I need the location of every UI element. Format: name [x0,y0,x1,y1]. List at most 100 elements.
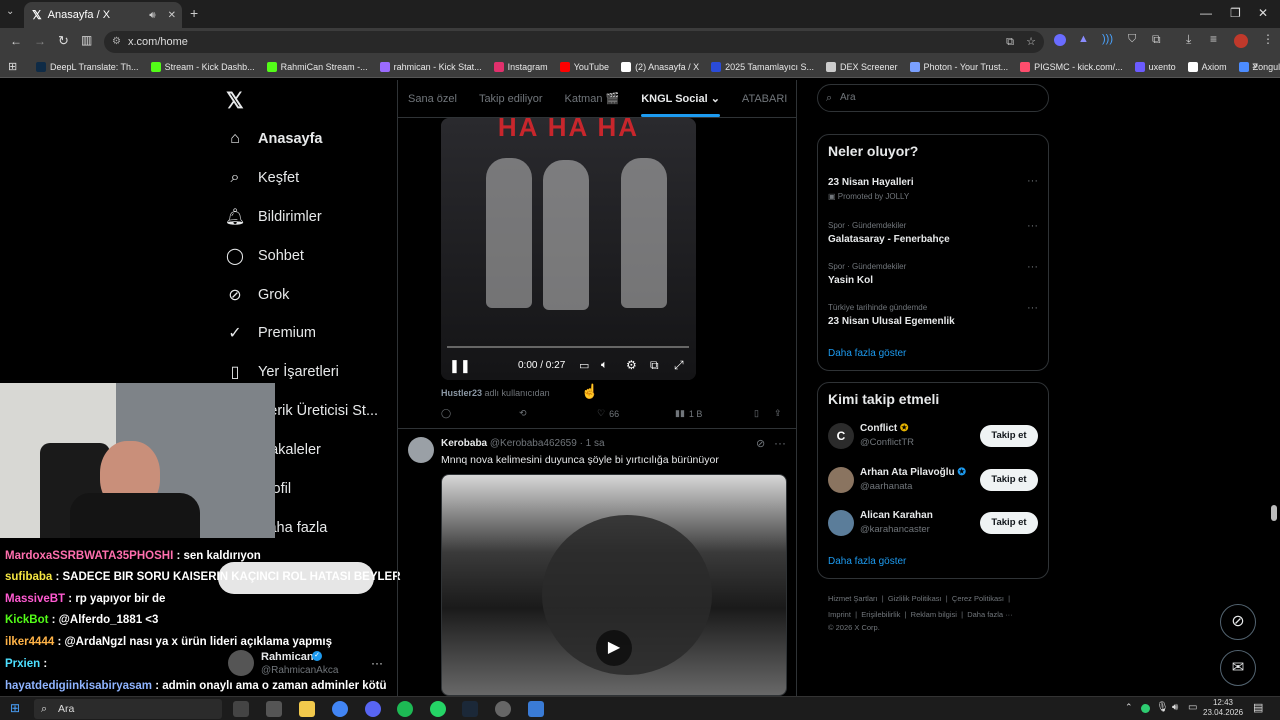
trend-name[interactable]: Yasin Kol [828,275,873,286]
trend-more-icon[interactable]: ··· [1027,261,1038,273]
bookmark-item[interactable]: rahmican - Kick Stat... [379,61,482,72]
chat-username[interactable]: MassiveBT [5,593,65,605]
page-scrollbar-thumb[interactable] [1271,505,1277,521]
windows-start-icon[interactable]: ⊞ [10,701,20,715]
tray-app-icon[interactable] [1141,704,1150,713]
post-author-handle[interactable]: @Kerobaba462659 [490,438,577,449]
task-view-icon[interactable] [233,701,249,717]
footer-links[interactable]: Imprint | Erişilebilirlik | Reklam bilgi… [828,610,1013,619]
chat-username[interactable]: hayatdedigiinkisabiryasam [5,680,152,692]
bookmark-item[interactable]: PIGSMC - kick.com/... [1020,61,1123,72]
fullscreen-icon[interactable]: ⤢ [674,358,684,373]
bookmark-item[interactable]: Zonguldak İngilizce... [1238,61,1280,72]
grok-icon[interactable]: ⊘ [756,437,765,450]
account-avatar[interactable] [228,650,254,676]
spotify-icon[interactable] [397,701,413,717]
notifications-icon[interactable]: ▤ [1253,701,1263,714]
follow-name[interactable]: Conflict ✪ [860,423,908,434]
volume-icon[interactable]: 🔊︎ [1172,702,1178,713]
media-control-icon[interactable]: ≡ [1210,32,1217,46]
chrome-icon[interactable] [332,701,348,717]
tab-atabari[interactable]: ATABARI [742,93,787,105]
shield-icon[interactable]: ⛉ [1128,33,1136,46]
tab-search-icon[interactable]: ⌄ [6,6,14,17]
minimize-icon[interactable]: — [1200,6,1212,20]
forward-icon[interactable]: → [34,34,46,48]
install-app-icon[interactable]: ⧉ [1006,31,1014,53]
bookmark-item[interactable]: 2025 Tamamlayıcı S... [711,61,814,72]
tab-audio-icon[interactable]: 🔊︎ [149,10,155,21]
bookmark-item[interactable]: DeepL Translate: Th... [36,61,139,72]
nav-item-chat[interactable]: ◯ Sohbet [226,241,304,271]
follow-name[interactable]: Alican Karahan [860,510,933,521]
video-credit-user[interactable]: Hustler23 [441,388,482,398]
trend-more-icon[interactable]: ··· [1027,302,1038,314]
restore-icon[interactable]: ❐ [1230,6,1241,20]
nav-item-grok[interactable]: ⊘ Grok [226,280,289,310]
app-icon[interactable] [528,701,544,717]
pause-icon[interactable]: ❚❚ [449,358,471,374]
follow-avatar[interactable] [828,467,854,493]
obs-icon[interactable] [495,701,511,717]
nav-item-premium[interactable]: ✓ Premium [226,318,316,348]
account-menu-icon[interactable]: ··· [371,656,383,670]
bookmark-item[interactable]: Axiom [1187,61,1227,72]
tab-close-icon[interactable]: ✕ [168,10,176,21]
steam-icon[interactable] [462,701,478,717]
back-icon[interactable]: ← [10,34,22,48]
messages-floating-button[interactable]: ✉ [1220,650,1256,686]
side-panel-icon[interactable]: ▥ [81,33,92,47]
browser-tab[interactable]: 𝕏 Anasayfa / X 🔊︎ ✕ [24,2,182,28]
bookmark-item[interactable]: Stream - Kick Dashb... [150,61,255,72]
tray-overflow-icon[interactable]: ⌃ [1125,702,1133,713]
follow-name[interactable]: Arhan Ata Pilavoğlu ✪ [860,467,966,478]
tab-takip-ediliyor[interactable]: Takip ediliyor [479,93,543,105]
profile-avatar[interactable] [1234,34,1248,48]
follow-show-more-link[interactable]: Daha fazla göster [828,556,906,567]
discord-icon[interactable] [365,701,381,717]
chat-username[interactable]: Prxien [5,658,40,670]
chat-username[interactable]: KickBot [5,614,48,626]
tab-katman[interactable]: Katman 🎬 [565,92,620,105]
reply-button[interactable]: ◯ [441,408,451,419]
tab-kngl-social[interactable]: KNGL Social ⌄ [641,92,720,117]
file-explorer-icon[interactable] [299,701,315,717]
grok-floating-button[interactable]: ⊘ [1220,604,1256,640]
bookmark-item[interactable]: Photon - Your Trust... [909,61,1008,72]
extension-icon[interactable] [1054,34,1066,46]
bookmark-item[interactable]: (2) Anasayfa / X [621,61,699,72]
trends-show-more-link[interactable]: Daha fazla göster [828,348,906,359]
post-author-name[interactable]: Kerobaba [441,438,487,449]
microphone-icon[interactable]: 🎙︎ [1156,702,1169,713]
window-close-icon[interactable]: ✕ [1258,6,1268,20]
footer-links[interactable]: Hizmet Şartları | Gizlilik Politikası | … [828,594,1010,603]
captions-icon[interactable]: ▭ [579,359,589,372]
nav-item-bell[interactable]: 🔔︎ Bildirimler [225,202,322,232]
share-button[interactable]: ⇪ [774,408,782,419]
new-tab-icon[interactable]: + [190,5,198,21]
browser-menu-icon[interactable]: ⋮ [1262,32,1274,46]
follow-button[interactable]: Takip et [980,425,1038,447]
x-home-logo-icon[interactable]: 𝕏 [226,88,244,114]
bookmark-item[interactable]: DEX Screener [825,61,898,72]
trend-name[interactable]: 23 Nisan Ulusal Egemenlik [828,316,955,327]
post-time[interactable]: · 1 sa [580,438,605,449]
bookmarks-overflow-icon[interactable]: » [1252,60,1258,72]
taskbar-clock[interactable]: 12:43 23.04.2026 [1203,698,1243,718]
post-author-avatar[interactable] [408,437,434,463]
extension-icon[interactable]: ))) [1102,33,1113,45]
bookmark-item[interactable]: YouTube [559,61,609,72]
mute-icon[interactable]: 🔈︎ [601,359,608,372]
pip-icon[interactable]: ⧉ [650,358,659,373]
download-icon[interactable]: ⤓ [1186,32,1191,47]
search-input[interactable]: ⌕ Ara [817,84,1049,112]
bookmark-item[interactable]: uxento [1134,61,1176,72]
nav-item-home[interactable]: ⌂ Anasayfa [226,124,322,154]
app-icon[interactable] [266,701,282,717]
trend-more-icon[interactable]: ··· [1027,175,1038,187]
post-more-icon[interactable]: ··· [774,436,786,450]
video-progress-track[interactable] [447,346,689,348]
extensions-puzzle-icon[interactable]: ⧉ [1152,32,1161,47]
extension-icon[interactable]: ▲ [1078,33,1089,45]
reload-icon[interactable]: ↻ [58,33,69,49]
